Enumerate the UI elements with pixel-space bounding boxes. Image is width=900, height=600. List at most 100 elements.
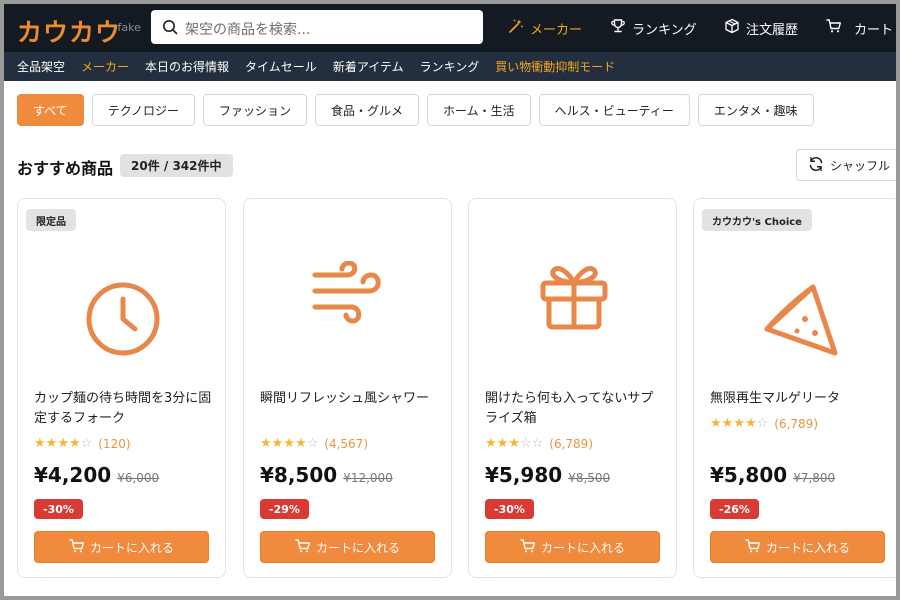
subnav-item-all-fictional[interactable]: 全品架空 [17, 58, 65, 75]
current-price: ¥5,800 [710, 463, 788, 487]
product-card[interactable]: 限定品 カップ麺の待ち時間を3分に固定するフォーク ★★★★☆ (120) ¥4… [17, 198, 226, 578]
shuffle-label: シャッフル [830, 158, 891, 173]
magic-wand-icon [508, 18, 524, 38]
review-count[interactable]: (4,567) [324, 437, 368, 451]
nav-maker[interactable]: メーカー [508, 4, 582, 52]
cart-icon [826, 18, 842, 38]
discount-badge: -30% [34, 499, 83, 519]
nav-orders-label: 注文履歴 [746, 22, 799, 38]
star-filled-icon: ★ [496, 436, 509, 451]
review-count[interactable]: (120) [98, 437, 130, 451]
star-filled-icon: ★ [68, 436, 81, 451]
nav-cart-label: カート [854, 22, 894, 38]
nav-ranking-label: ランキング [632, 22, 697, 38]
current-price: ¥4,200 [34, 463, 112, 487]
star-filled-icon: ★ [260, 436, 272, 451]
current-price: ¥5,980 [485, 463, 563, 487]
star-filled-icon: ★ [733, 416, 745, 431]
product-name[interactable]: 開けたら何も入ってないサプライズ箱 [485, 389, 665, 429]
category-filter: すべて テクノロジー ファッション 食品・グルメ ホーム・生活 ヘルス・ビューテ… [17, 94, 814, 126]
search-input[interactable]: 架空の商品を検索... [185, 19, 310, 39]
add-to-cart-label: カートに入れる [315, 540, 400, 555]
discount-badge: -26% [710, 499, 759, 519]
add-to-cart-button[interactable]: カートに入れる [710, 531, 885, 563]
original-price: ¥8,500 [568, 471, 611, 485]
add-to-cart-label: カートに入れる [89, 540, 174, 555]
product-card[interactable]: 瞬間リフレッシュ風シャワー ★★★★☆ (4,567) ¥8,500 ¥12,0… [243, 198, 452, 578]
subnav-item-todays-deals[interactable]: 本日のお得情報 [145, 58, 229, 75]
category-chip-fashion[interactable]: ファッション [202, 94, 307, 126]
pizza-icon [694, 283, 896, 359]
add-to-cart-button[interactable]: カートに入れる [260, 531, 435, 563]
star-filled-icon: ★ [283, 436, 295, 451]
cart-icon [69, 538, 85, 557]
star-rating: ★★★★☆ [34, 436, 92, 451]
product-price: ¥8,500 ¥12,000 [260, 463, 393, 487]
nav-maker-label: メーカー [530, 22, 583, 38]
subnav-item-impulse-control-mode[interactable]: 買い物衝動抑制モード [495, 58, 615, 75]
product-name[interactable]: カップ麺の待ち時間を3分に固定するフォーク [34, 389, 214, 429]
wind-icon [244, 261, 453, 327]
subnav-item-maker[interactable]: メーカー [81, 58, 129, 75]
top-header: カウカウ .fake 架空の商品を検索... メーカー ランキング 注文履歴 カ… [4, 4, 896, 52]
category-chip-technology[interactable]: テクノロジー [91, 94, 195, 126]
clock-icon [18, 281, 227, 357]
add-to-cart-button[interactable]: カートに入れる [485, 531, 660, 563]
category-chip-health-beauty[interactable]: ヘルス・ビューティー [538, 94, 690, 126]
subnav-item-new-arrivals[interactable]: 新着アイテム [333, 58, 404, 75]
subnav-item-ranking[interactable]: ランキング [420, 58, 480, 75]
product-price: ¥5,980 ¥8,500 [485, 463, 610, 487]
current-price: ¥8,500 [260, 463, 338, 487]
product-price: ¥4,200 ¥6,000 [34, 463, 159, 487]
product-name[interactable]: 無限再生マルゲリータ [710, 389, 890, 409]
product-card[interactable]: カウカウ's Choice 無限再生マルゲリータ ★★★★☆ (6,789) ¥… [693, 198, 896, 578]
shuffle-button[interactable]: シャッフル [796, 149, 896, 181]
category-chip-home[interactable]: ホーム・生活 [427, 94, 531, 126]
category-chip-entertainment[interactable]: エンタメ・趣味 [697, 94, 814, 126]
add-to-cart-label: カートに入れる [540, 540, 625, 555]
star-filled-icon: ★ [485, 436, 497, 451]
product-badge: カウカウ's Choice [702, 209, 812, 231]
nav-cart[interactable]: カート [826, 4, 893, 52]
star-empty-icon: ☆ [519, 436, 532, 451]
star-filled-icon: ★ [294, 436, 307, 451]
section-title: おすすめ商品 [17, 159, 114, 178]
review-count[interactable]: (6,789) [774, 417, 818, 431]
search-bar[interactable]: 架空の商品を検索... [151, 10, 483, 44]
product-badge: 限定品 [26, 209, 76, 231]
star-filled-icon: ★ [34, 436, 46, 451]
cart-icon [295, 538, 311, 557]
star-filled-icon: ★ [710, 416, 722, 431]
category-chip-all[interactable]: すべて [17, 94, 84, 126]
shuffle-icon [808, 156, 824, 175]
star-rating: ★★★★☆ [260, 436, 318, 451]
add-to-cart-label: カートに入れる [765, 540, 850, 555]
gift-icon [469, 259, 678, 331]
search-icon [162, 19, 178, 39]
star-filled-icon: ★ [57, 436, 69, 451]
add-to-cart-button[interactable]: カートに入れる [34, 531, 209, 563]
original-price: ¥6,000 [117, 471, 160, 485]
star-rating: ★★★★☆ [710, 416, 768, 431]
cart-icon [745, 538, 761, 557]
product-price: ¥5,800 ¥7,800 [710, 463, 835, 487]
logo[interactable]: カウカウ [17, 13, 121, 49]
discount-badge: -30% [485, 499, 534, 519]
category-chip-food[interactable]: 食品・グルメ [314, 94, 419, 126]
product-card[interactable]: 開けたら何も入ってないサプライズ箱 ★★★☆☆ (6,789) ¥5,980 ¥… [468, 198, 677, 578]
star-empty-icon: ☆ [531, 436, 544, 451]
subnav-item-time-sale[interactable]: タイムセール [245, 58, 317, 75]
result-count-badge: 20件 / 342件中 [120, 154, 233, 177]
sub-navigation: 全品架空 メーカー 本日のお得情報 タイムセール 新着アイテム ランキング 買い… [4, 52, 896, 81]
review-count[interactable]: (6,789) [549, 437, 593, 451]
package-icon [724, 18, 740, 38]
product-name[interactable]: 瞬間リフレッシュ風シャワー [260, 389, 440, 409]
discount-badge: -29% [260, 499, 309, 519]
star-filled-icon: ★ [744, 416, 757, 431]
star-filled-icon: ★ [508, 436, 520, 451]
nav-orders[interactable]: 注文履歴 [724, 4, 798, 52]
product-rating: ★★★☆☆ (6,789) [485, 436, 593, 451]
original-price: ¥12,000 [343, 471, 393, 485]
product-rating: ★★★★☆ (4,567) [260, 436, 368, 451]
nav-ranking[interactable]: ランキング [610, 4, 697, 52]
